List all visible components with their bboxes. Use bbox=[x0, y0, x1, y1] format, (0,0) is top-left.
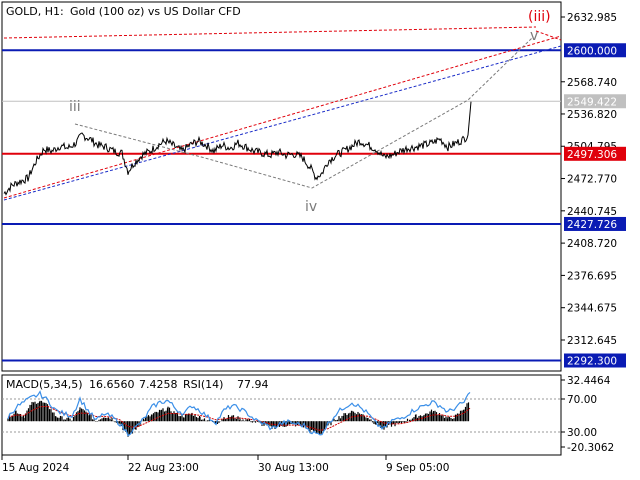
upper-channel-line bbox=[3, 26, 537, 39]
trendlines bbox=[3, 26, 562, 201]
current-price-label: 2549.422 bbox=[567, 96, 617, 108]
time-axis: 15 Aug 2024 22 Aug 23:00 30 Aug 13:00 9 Sep… bbox=[1, 455, 449, 474]
indicator-tick-label: 70.00 bbox=[567, 394, 597, 406]
price-tick-label: 2472.770 bbox=[567, 174, 617, 186]
macd-main-value: 16.6560 bbox=[89, 378, 135, 391]
symbol-description: Gold (100 oz) vs US Dollar CFD bbox=[70, 5, 241, 18]
price-tick-label: 2536.820 bbox=[567, 109, 617, 121]
price-tick-label: 2568.740 bbox=[567, 77, 617, 89]
time-tick-label: 22 Aug 23:00 bbox=[128, 462, 199, 474]
time-tick-label: 9 Sep 05:00 bbox=[386, 462, 449, 474]
time-tick-label: 30 Aug 13:00 bbox=[258, 462, 329, 474]
time-tick-label: 15 Aug 2024 bbox=[2, 462, 70, 474]
level-badge-label: 2427.726 bbox=[567, 219, 617, 231]
indicator-tick-label: 32.4464 bbox=[567, 375, 611, 387]
wave-label-iii: iii bbox=[69, 99, 81, 115]
level-badge-label: 2292.300 bbox=[567, 356, 617, 368]
channel-tip-line bbox=[535, 30, 562, 41]
indicator-tick-label: 30.00 bbox=[567, 427, 597, 439]
indicator-axis: 32.4464 70.00 30.00 -20.3062 bbox=[561, 375, 614, 454]
rsi-label: RSI(14) bbox=[183, 378, 223, 391]
main-pane-frame bbox=[1, 1, 562, 372]
price-tick-label: 2376.695 bbox=[567, 270, 617, 282]
macd-signal-value: 7.4258 bbox=[139, 378, 178, 391]
red-trendline bbox=[3, 35, 562, 199]
wave-path bbox=[74, 37, 533, 189]
symbol-label: GOLD, H1: bbox=[6, 5, 64, 18]
price-tick-label: 2312.645 bbox=[567, 335, 617, 347]
price-tick-label: 2344.675 bbox=[567, 303, 617, 315]
blue-trendline bbox=[3, 45, 562, 201]
price-axis: 2632.9852568.7402536.8202504.7952472.770… bbox=[561, 12, 617, 347]
level-badge-label: 2497.306 bbox=[567, 149, 617, 161]
price-tick-label: 2440.745 bbox=[567, 206, 617, 218]
wave-label-iv: iv bbox=[305, 199, 317, 215]
price-chart: GOLD, H1: Gold (100 oz) vs US Dollar CFD… bbox=[1, 1, 626, 474]
price-tick-label: 2632.985 bbox=[567, 12, 617, 24]
wave-label-iii-paren: (iii) bbox=[528, 9, 551, 25]
rsi-value: 77.94 bbox=[237, 378, 269, 391]
rsi-line bbox=[7, 390, 471, 437]
indicator-tick-label: -20.3062 bbox=[567, 442, 614, 454]
level-badge-label: 2600.000 bbox=[567, 45, 617, 57]
macd-label: MACD(5,34,5) bbox=[6, 378, 83, 391]
horizontal-levels bbox=[2, 49, 561, 362]
price-tick-label: 2408.720 bbox=[567, 238, 617, 250]
wave-label-v: v bbox=[530, 28, 538, 44]
